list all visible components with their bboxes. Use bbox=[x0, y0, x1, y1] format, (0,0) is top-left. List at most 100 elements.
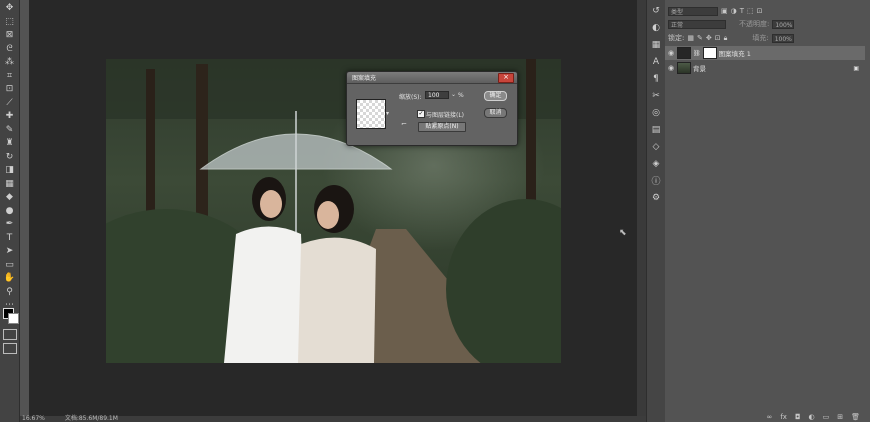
lock-pixels-icon[interactable]: ▦ bbox=[687, 34, 694, 42]
layer-name: 图案填充 1 bbox=[718, 50, 751, 58]
ok-button[interactable]: 确定 bbox=[484, 91, 507, 101]
swatches-panel-icon[interactable]: ▦ bbox=[647, 36, 665, 53]
pen-tool-icon[interactable]: ✒ bbox=[0, 218, 19, 232]
girl-left bbox=[224, 226, 306, 363]
blur-tool-icon[interactable]: ◆ bbox=[0, 191, 19, 205]
vertical-scrollbar[interactable] bbox=[637, 0, 646, 416]
tool-list: ✥ ⬚ ⊠ ᘓ ⁂ ⌗ ⊡ ⟋ ✚ ✎ ♜ ↻ ◨ ▦ ◆ ● ✒ T ➤ ▭ ✋ ⚲ ⋯ bbox=[0, 0, 19, 313]
history-panel-icon[interactable]: ↺ bbox=[647, 2, 665, 19]
panel-icon-strip: ↺ ◐ ▦ A ¶ ✂ ◎ ▤ ◇ ◈ ⓘ ⚙ bbox=[646, 0, 666, 422]
lock-icon: ▣ bbox=[853, 64, 859, 72]
layer-row-pattern-fill[interactable]: ◉ ⛓ 图案填充 1 bbox=[665, 46, 865, 60]
layer-thumbnail bbox=[677, 47, 691, 59]
layer-name: 背景 bbox=[693, 65, 706, 73]
eraser-tool-icon[interactable]: ◨ bbox=[0, 164, 19, 178]
layer-kind-filter[interactable]: 类型 bbox=[668, 6, 718, 16]
link-layers-icon[interactable]: ∞ bbox=[767, 413, 773, 421]
close-icon[interactable]: × bbox=[498, 73, 514, 83]
layer-link-icon: ⛓ bbox=[693, 49, 701, 57]
rectangle-tool-icon[interactable]: ▭ bbox=[0, 259, 19, 273]
delete-layer-icon[interactable]: 🗑︎ bbox=[851, 413, 860, 421]
scale-label: 缩放(S): bbox=[399, 94, 422, 101]
filter-type-icon[interactable]: T bbox=[740, 7, 744, 15]
frame-tool-icon[interactable]: ⊡ bbox=[0, 83, 19, 97]
screen-mode-icon[interactable] bbox=[3, 343, 17, 354]
lock-position-icon[interactable]: ✥ bbox=[706, 34, 712, 42]
mouse-cursor-icon: ⬉ bbox=[619, 228, 627, 238]
artboard-tool-icon[interactable]: ⊠ bbox=[0, 29, 19, 43]
move-tool-icon[interactable]: ✥ bbox=[0, 2, 19, 16]
snap-origin-icon: ⌐ bbox=[401, 120, 407, 128]
layer-thumbnail bbox=[677, 62, 691, 74]
link-with-layer-checkbox[interactable]: ✓ bbox=[417, 110, 425, 118]
paths-panel-icon[interactable]: ◇ bbox=[647, 138, 665, 155]
pattern-fill-dialog: 图案填充 × ▾ ⌐ 缩放(S): 100 ⌄ % ✓ 与图层链接(L) 贴紧原… bbox=[346, 71, 518, 146]
tools-panel: ✥ ⬚ ⊠ ᘓ ⁂ ⌗ ⊡ ⟋ ✚ ✎ ♜ ↻ ◨ ▦ ◆ ● ✒ T ➤ ▭ ✋ ⚲ ⋯ bbox=[0, 0, 20, 422]
layers-panel: 类型 ▣ ◑ T ⬚ ⊡ 正常 不透明度: 100% 锁定: ▦ ✎ ✥ ⊡ 🔒… bbox=[665, 0, 870, 422]
dialog-title: 图案填充 bbox=[352, 75, 377, 82]
fx-icon[interactable]: fx bbox=[780, 413, 787, 421]
adjustments-panel-icon[interactable]: ◎ bbox=[647, 104, 665, 121]
fill-label: 填充: bbox=[752, 34, 769, 42]
marquee-tool-icon[interactable]: ⬚ bbox=[0, 16, 19, 30]
zoom-tool-icon[interactable]: ⚲ bbox=[0, 286, 19, 300]
magic-wand-tool-icon[interactable]: ⁂ bbox=[0, 56, 19, 70]
layers-panel-icon[interactable]: ◈ bbox=[647, 155, 665, 172]
dodge-tool-icon[interactable]: ● bbox=[0, 205, 19, 219]
layer-row-background[interactable]: ◉ 背景 ▣ bbox=[665, 61, 865, 75]
layers-panel-footer: ∞ fx ◘ ◐ ▭ ⊞ 🗑︎ bbox=[665, 411, 870, 422]
cancel-button[interactable]: 取消 bbox=[484, 108, 507, 118]
brush-tool-icon[interactable]: ✎ bbox=[0, 124, 19, 138]
filter-smart-object-icon[interactable]: ⊡ bbox=[757, 7, 763, 15]
paragraph-panel-icon[interactable]: ¶ bbox=[647, 70, 665, 87]
healing-brush-tool-icon[interactable]: ✚ bbox=[0, 110, 19, 124]
filter-shape-icon[interactable]: ⬚ bbox=[747, 7, 754, 15]
lock-all-icon[interactable]: 🔒︎ bbox=[724, 34, 728, 43]
group-icon[interactable]: ▭ bbox=[823, 413, 830, 421]
properties-panel-icon[interactable]: ⚙ bbox=[647, 189, 665, 206]
lasso-tool-icon[interactable]: ᘓ bbox=[0, 43, 19, 57]
add-mask-icon[interactable]: ◘ bbox=[795, 413, 801, 421]
opacity-label: 不透明度: bbox=[739, 20, 770, 28]
tools-panel-icon[interactable]: ✂ bbox=[647, 87, 665, 104]
quick-mask-icon[interactable] bbox=[3, 329, 17, 340]
gradient-tool-icon[interactable]: ▦ bbox=[0, 178, 19, 192]
lock-label: 锁定: bbox=[668, 34, 685, 42]
visibility-eye-icon[interactable]: ◉ bbox=[665, 64, 677, 72]
blend-mode-select[interactable]: 正常 bbox=[668, 19, 726, 29]
eyedropper-tool-icon[interactable]: ⟋ bbox=[0, 97, 19, 111]
filter-adjustment-icon[interactable]: ◑ bbox=[731, 7, 737, 15]
girl-right bbox=[298, 237, 376, 363]
zoom-level[interactable]: 16.67% bbox=[22, 415, 45, 422]
character-panel-icon[interactable]: A bbox=[647, 53, 665, 70]
lock-artboard-icon[interactable]: ⊡ bbox=[715, 34, 721, 42]
document-size: 文档:85.6M/89.1M bbox=[64, 415, 118, 422]
background-color-swatch[interactable] bbox=[8, 313, 19, 324]
lock-paint-icon[interactable]: ✎ bbox=[697, 34, 703, 42]
pattern-preview-swatch[interactable] bbox=[356, 99, 386, 129]
color-panel-icon[interactable]: ◐ bbox=[647, 19, 665, 36]
history-brush-tool-icon[interactable]: ↻ bbox=[0, 151, 19, 165]
scale-dropdown-arrow-icon[interactable]: ⌄ bbox=[451, 91, 456, 98]
adjustment-layer-icon[interactable]: ◐ bbox=[809, 413, 815, 421]
dialog-titlebar[interactable]: 图案填充 × bbox=[347, 72, 517, 84]
opacity-input[interactable]: 100% bbox=[772, 19, 795, 29]
layer-mask-thumbnail[interactable] bbox=[702, 47, 717, 59]
path-selection-tool-icon[interactable]: ➤ bbox=[0, 245, 19, 259]
pattern-picker-arrow-icon[interactable]: ▾ bbox=[386, 110, 389, 117]
channels-panel-icon[interactable]: ▤ bbox=[647, 121, 665, 138]
fill-input[interactable]: 100% bbox=[771, 33, 794, 43]
new-layer-icon[interactable]: ⊞ bbox=[837, 413, 843, 421]
scale-input[interactable]: 100 bbox=[425, 91, 449, 99]
info-panel-icon[interactable]: ⓘ bbox=[647, 172, 665, 189]
clone-stamp-tool-icon[interactable]: ♜ bbox=[0, 137, 19, 151]
status-bar: 16.67% 文档:85.6M/89.1M bbox=[20, 416, 646, 422]
hand-tool-icon[interactable]: ✋ bbox=[0, 272, 19, 286]
snap-to-origin-button[interactable]: 贴紧原点(N) bbox=[418, 122, 466, 132]
link-with-layer-label: 与图层链接(L) bbox=[426, 112, 465, 119]
visibility-eye-icon[interactable]: ◉ bbox=[665, 49, 677, 57]
type-tool-icon[interactable]: T bbox=[0, 232, 19, 246]
percent-label: % bbox=[458, 92, 464, 99]
crop-tool-icon[interactable]: ⌗ bbox=[0, 70, 19, 84]
filter-pixel-icon[interactable]: ▣ bbox=[721, 7, 728, 15]
